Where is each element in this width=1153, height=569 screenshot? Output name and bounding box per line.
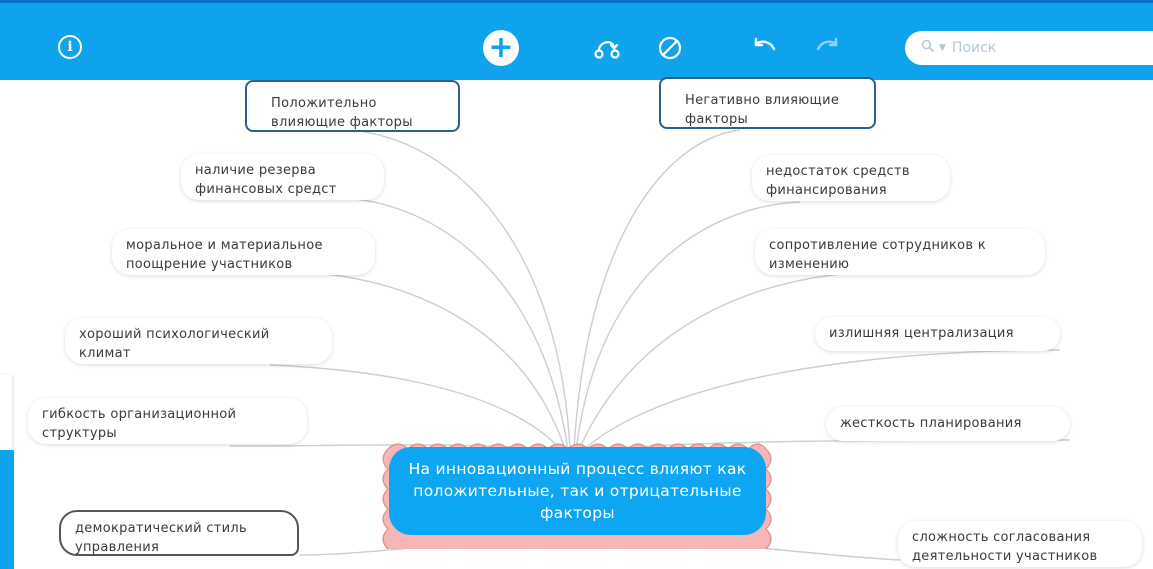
negative-factor-node[interactable]: недостаток средств финансирования — [752, 155, 950, 201]
negative-factor-node[interactable]: сопротивление сотрудников к изменению — [755, 229, 1045, 275]
node-label: демократический стиль управления — [75, 521, 247, 555]
node-label: сложность согласования деятельности учас… — [912, 530, 1098, 564]
positive-factor-node[interactable]: демократический стиль управления — [59, 510, 299, 556]
node-label: наличие резерва финансовых средст — [195, 163, 337, 197]
node-label: Положительно влияющие факторы — [271, 96, 413, 130]
node-label: моральное и материальное поощрение участ… — [126, 238, 323, 272]
negative-factor-node[interactable]: сложность согласования деятельности учас… — [898, 521, 1142, 567]
positive-factor-node[interactable]: хороший психологический климат — [65, 318, 332, 364]
positive-factor-node[interactable]: наличие резерва финансовых средст — [181, 154, 384, 200]
negative-factors-heading[interactable]: Негативно влияющие факторы — [659, 77, 876, 129]
node-label: сопротивление сотрудников к изменению — [769, 238, 986, 272]
negative-factor-node[interactable]: жесткость планирования — [826, 407, 1070, 441]
node-label: жесткость планирования — [840, 416, 1022, 431]
negative-factor-node[interactable]: излишняя централизация — [815, 317, 1060, 351]
central-node-label: На инновационный процесс влияют как поло… — [389, 447, 766, 535]
positive-factors-heading[interactable]: Положительно влияющие факторы — [245, 80, 460, 132]
node-label: хороший психологический климат — [79, 327, 270, 361]
node-label: недостаток средств финансирования — [766, 164, 910, 198]
node-label: излишняя централизация — [829, 326, 1014, 341]
node-label: гибкость организационной структуры — [42, 407, 237, 441]
central-node[interactable]: На инновационный процесс влияют как поло… — [378, 439, 776, 549]
side-panel-tab[interactable] — [0, 450, 14, 569]
positive-factor-node[interactable]: гибкость организационной структуры — [28, 398, 307, 444]
positive-factor-node[interactable]: моральное и материальное поощрение участ… — [112, 229, 375, 275]
node-label: Негативно влияющие факторы — [685, 93, 840, 127]
